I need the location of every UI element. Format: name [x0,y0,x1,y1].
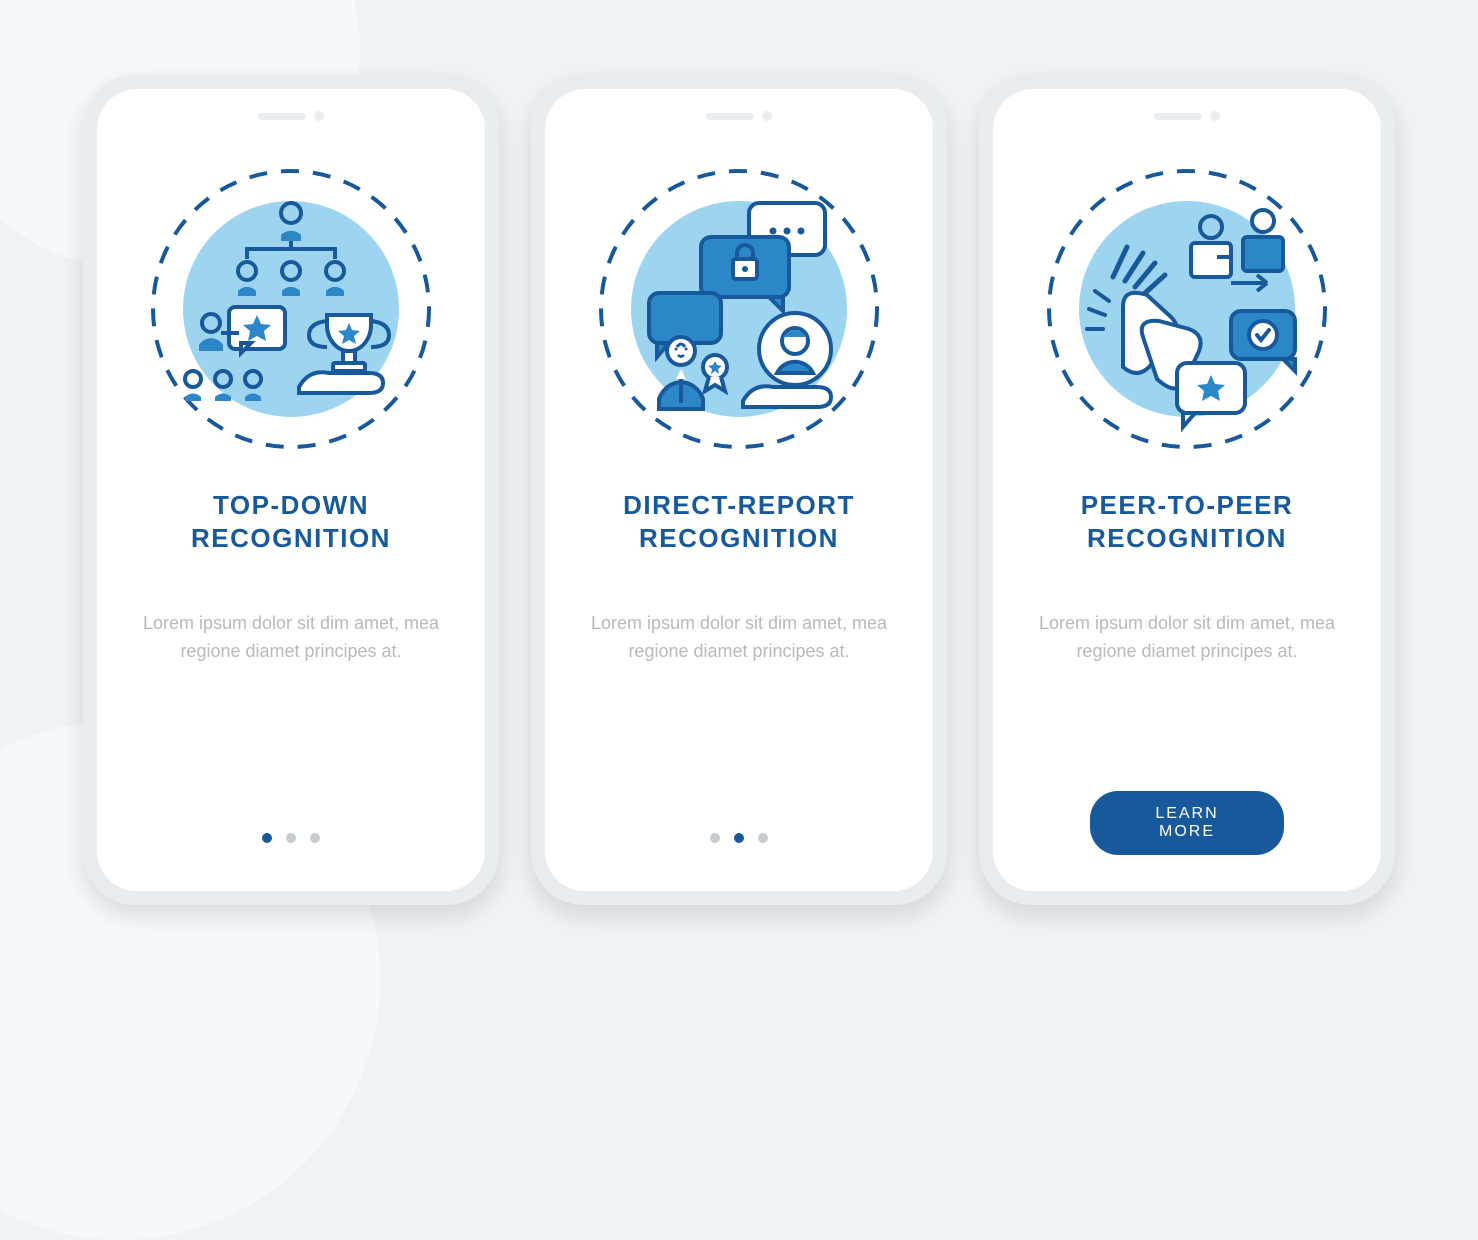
page-indicator [545,833,933,843]
pager-dot[interactable] [286,833,296,843]
screen-description: Lorem ipsum dolor sit dim amet, mea regi… [1037,610,1337,666]
pager-dot[interactable] [710,833,720,843]
phone-notch [706,111,772,121]
page-indicator [97,833,485,843]
screen: TOP-DOWN RECOGNITION Lorem ipsum dolor s… [97,89,485,891]
screen-description: Lorem ipsum dolor sit dim amet, mea regi… [589,610,889,666]
phone-mockup-top-down: TOP-DOWN RECOGNITION Lorem ipsum dolor s… [83,75,499,905]
pager-dot[interactable] [734,833,744,843]
phone-mockup-peer-to-peer: PEER-TO-PEER RECOGNITION Lorem ipsum dol… [979,75,1395,905]
pager-dot[interactable] [758,833,768,843]
screen: PEER-TO-PEER RECOGNITION Lorem ipsum dol… [993,89,1381,891]
pager-dot[interactable] [310,833,320,843]
phone-notch [258,111,324,121]
learn-more-button[interactable]: LEARN MORE [1090,791,1284,855]
screen: DIRECT-REPORT RECOGNITION Lorem ipsum do… [545,89,933,891]
phone-notch [1154,111,1220,121]
top-down-recognition-illustration [141,159,441,459]
phone-mockup-direct-report: DIRECT-REPORT RECOGNITION Lorem ipsum do… [531,75,947,905]
screen-title: DIRECT-REPORT RECOGNITION [623,489,855,554]
pager-dot[interactable] [262,833,272,843]
direct-report-recognition-illustration [589,159,889,459]
screen-description: Lorem ipsum dolor sit dim amet, mea regi… [141,610,441,666]
phone-row: TOP-DOWN RECOGNITION Lorem ipsum dolor s… [0,0,1478,980]
peer-to-peer-recognition-illustration [1037,159,1337,459]
screen-title: PEER-TO-PEER RECOGNITION [1081,489,1294,554]
screen-title: TOP-DOWN RECOGNITION [191,489,391,554]
